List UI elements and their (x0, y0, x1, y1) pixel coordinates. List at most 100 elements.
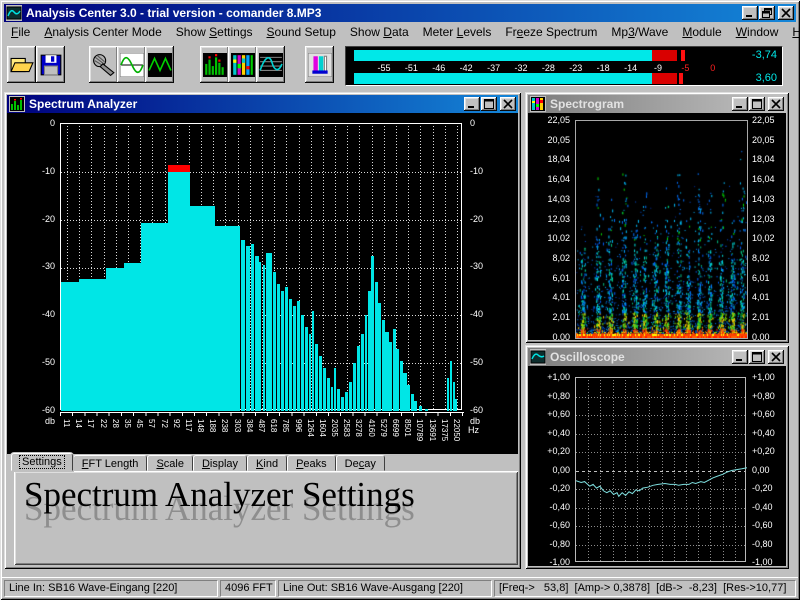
y-axis-label-right: -10 (470, 166, 500, 176)
oscilloscope-y-label-left: +0,40 (532, 428, 570, 438)
toolbar-button-smoothed-wave-view[interactable] (256, 46, 285, 83)
oscilloscope-y-label-left: +1,00 (532, 372, 570, 382)
meter-scale-label: -42 (460, 63, 473, 73)
toolbar-button-save-file[interactable] (36, 46, 65, 83)
toolbar-button-spectrogram-view[interactable] (228, 46, 257, 83)
spectrum-minimize-button[interactable] (464, 97, 480, 111)
meter-peak-tick (679, 73, 683, 84)
toolbar-button-record-microphone[interactable] (89, 46, 118, 83)
app-window-title: Analysis Center 3.0 - trial version - co… (26, 6, 741, 20)
meter-bar-cyan-segment (354, 73, 652, 84)
spectrogram-y-label-left: 20,05 (532, 135, 570, 145)
spectrum-close-button[interactable] (500, 97, 516, 111)
toolbar-button-level-meter-view[interactable] (305, 46, 334, 83)
menu-item-window[interactable]: Window (729, 23, 786, 42)
toolbar-button-spectrum-view[interactable] (200, 46, 229, 83)
x-axis-label: 5279 (378, 419, 388, 454)
minimize-button[interactable] (742, 6, 758, 20)
spectrum-bar (79, 279, 106, 411)
oscilloscope-y-label-left: -1,00 (532, 557, 570, 566)
grid-line-h (61, 172, 461, 173)
oscilloscope-minimize-button[interactable] (732, 350, 748, 364)
x-axis-label: 13691 (427, 419, 437, 454)
x-axis-label: 117 (183, 419, 193, 454)
spectrogram-close-button[interactable] (768, 97, 784, 111)
oscilloscope-y-label-left: +0,20 (532, 446, 570, 456)
app-window-buttons (741, 6, 794, 20)
oscilloscope-y-label-right: +1,00 (752, 372, 786, 382)
oscilloscope-trace (576, 378, 747, 563)
x-axis-label: 10789 (414, 419, 424, 454)
spectrum-bar (425, 409, 428, 411)
menu-item-show-data[interactable]: Show Data (343, 23, 416, 42)
menu-item-meter-levels[interactable]: Meter Levels (416, 23, 499, 42)
menu-item-mp3-wave[interactable]: Mp3/Wave (604, 23, 675, 42)
tab-display[interactable]: Display (193, 455, 247, 471)
meter-scale-label: -37 (487, 63, 500, 73)
x-axis-label: 188 (207, 419, 217, 454)
spectrum-bar (266, 253, 272, 411)
spectrogram-y-label-right: 0,00 (752, 332, 786, 340)
meter-scale-label: -32 (514, 63, 527, 73)
spectrum-bar (419, 406, 422, 411)
menu-item-show-settings[interactable]: Show Settings (169, 23, 260, 42)
toolbar-button-waveform-view[interactable] (145, 46, 174, 83)
spectrum-bar (61, 282, 79, 411)
tab-scale[interactable]: Scale (147, 455, 193, 471)
menu-item-file[interactable]: File (4, 23, 37, 42)
oscilloscope-y-label-left: -0,20 (532, 483, 570, 493)
tab-settings[interactable]: Settings (11, 453, 73, 471)
restore-button[interactable] (759, 6, 775, 20)
x-axis-label: 303 (232, 419, 242, 454)
x-axis-label: 2583 (341, 419, 351, 454)
menu-item-freeze-spectrum[interactable]: Freeze Spectrum (498, 23, 604, 42)
menu-item-analysis-center-mode[interactable]: Analysis Center Mode (37, 23, 168, 42)
status-line-in: Line In: SB16 Wave-Eingang [220] (4, 580, 218, 597)
x-axis-label: 45 (134, 419, 144, 454)
spectrum-maximize-button[interactable] (481, 97, 497, 111)
spectrogram-window-icon (530, 96, 546, 112)
spectrum-title-bar[interactable]: Spectrum Analyzer (7, 95, 518, 113)
spectrogram-minimize-button[interactable] (732, 97, 748, 111)
spectrogram-y-label-left: 16,04 (532, 174, 570, 184)
oscilloscope-y-label-right: -0,40 (752, 502, 786, 512)
menu-item-sound-setup[interactable]: Sound Setup (260, 23, 343, 42)
toolbar-button-wave-view[interactable] (117, 46, 146, 83)
oscilloscope-maximize-button[interactable] (749, 350, 765, 364)
tab-decay[interactable]: Decay (336, 455, 385, 471)
frequency-tick-row (60, 412, 464, 416)
tab-fft-length[interactable]: FFT Length (73, 455, 148, 471)
meter-scale-label: -55 (377, 63, 390, 73)
meter-bar-cyan-segment (354, 50, 652, 61)
x-axis-label: 22050 (451, 419, 461, 454)
oscilloscope-close-button[interactable] (768, 350, 784, 364)
x-axis-label: 238 (219, 419, 229, 454)
status-cursor-readout: [Freq-> 53,8] [Amp-> 0,3878] [dB-> -8,23… (494, 580, 796, 597)
spectrum-bar (414, 401, 417, 411)
x-axis-label: 4160 (366, 419, 376, 454)
tab-peaks[interactable]: Peaks (287, 455, 336, 471)
spectrum-bar (241, 240, 245, 411)
y-axis-label-left: -40 (21, 309, 55, 319)
tab-kind[interactable]: Kind (247, 455, 287, 471)
toolbar-button-open-file[interactable] (7, 46, 36, 83)
spectrum-bar (141, 223, 169, 411)
app-title-bar[interactable]: Analysis Center 3.0 - trial version - co… (4, 4, 796, 22)
menu-item-module[interactable]: Module (675, 23, 728, 42)
x-axis-label: 618 (268, 419, 278, 454)
oscilloscope-y-label-right: +0,20 (752, 446, 786, 456)
spectrogram-maximize-button[interactable] (749, 97, 765, 111)
menu-item-hilfe[interactable]: Hilfe (785, 23, 800, 42)
spectrogram-y-label-left: 8,02 (532, 253, 570, 263)
oscilloscope-title-bar[interactable]: Oscilloscope (528, 348, 786, 366)
y-axis-label-left: -20 (21, 214, 55, 224)
spectrogram-y-label-right: 12,03 (752, 214, 786, 224)
grid-line-v (433, 124, 434, 409)
spectrogram-icon (231, 53, 255, 77)
oscilloscope-y-label-left: -0,40 (532, 502, 570, 512)
close-button[interactable] (778, 6, 794, 20)
spectrogram-title-bar[interactable]: Spectrogram (528, 95, 786, 113)
y-axis-label-right: -20 (470, 214, 500, 224)
x-axis-label: 2035 (329, 419, 339, 454)
level-meter-icon (308, 53, 332, 77)
